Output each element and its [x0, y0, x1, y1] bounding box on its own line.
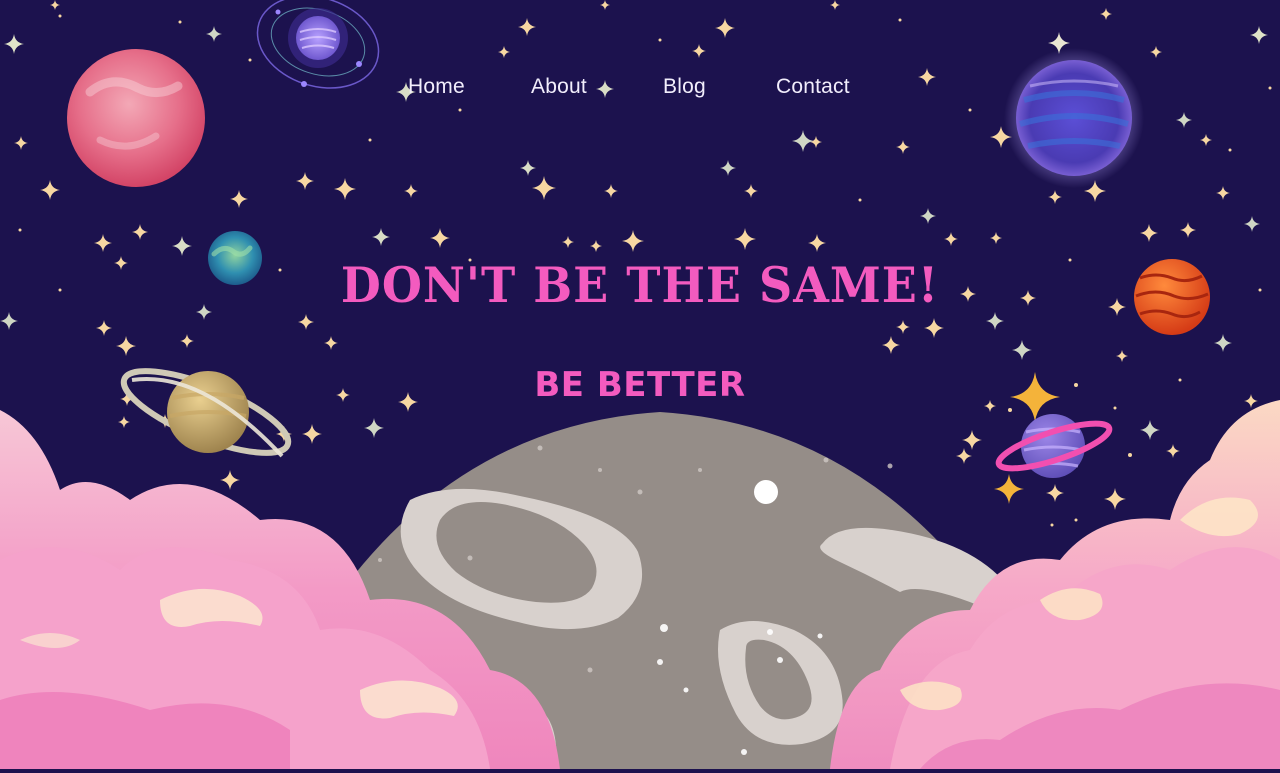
- hero-subheadline: BE BETTER: [534, 365, 746, 405]
- nav-blog-link[interactable]: Blog: [663, 75, 706, 99]
- pink-planet: [67, 49, 205, 187]
- purple-glow-planet: [1004, 48, 1144, 188]
- hero-headline: DON'T BE THE SAME!: [340, 256, 940, 314]
- main-nav: Home About Blog Contact: [0, 75, 1280, 105]
- nav-home-link[interactable]: Home: [408, 75, 465, 99]
- nav-about-link[interactable]: About: [531, 75, 587, 99]
- nav-contact-link[interactable]: Contact: [776, 75, 850, 99]
- lavender-ringed-planet: [995, 414, 1113, 478]
